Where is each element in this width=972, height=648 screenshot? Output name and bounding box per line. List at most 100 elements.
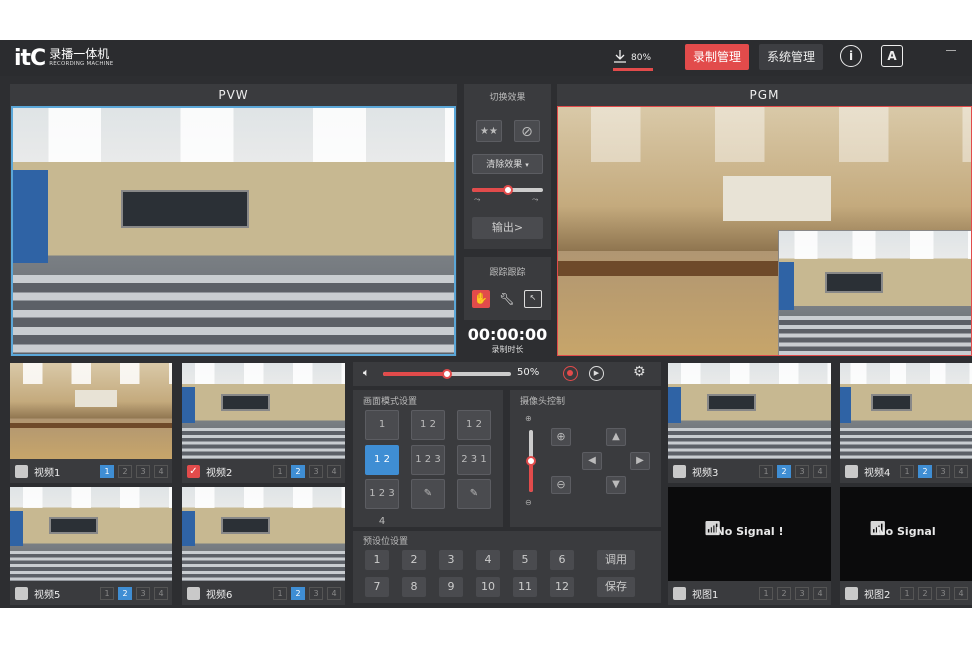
pan-up-icon[interactable]: ▲ [606,428,626,446]
pan-left-icon[interactable]: ◀ [582,452,602,470]
screen-slot-button[interactable]: 3 [136,587,150,600]
layout-mode-button[interactable]: 1 2 [457,410,491,440]
preset-number-button[interactable]: 9 [439,577,463,597]
zoom-slider[interactable] [526,430,536,492]
info-icon[interactable]: i [840,45,862,67]
screen-slot-button[interactable]: 1 [759,587,773,600]
volume-slider-handle[interactable] [442,369,452,379]
screen-slot-button[interactable]: 2 [777,465,791,478]
preset-number-button[interactable]: 1 [365,550,389,570]
screen-slot-button[interactable]: 3 [309,587,323,600]
no-effect-button[interactable]: ⊘ [514,120,540,142]
star-effect-button[interactable]: ★★ [476,120,502,142]
screen-slot-button[interactable]: 4 [813,465,827,478]
output-button[interactable]: 输出> [472,217,543,239]
zoom-out-icon[interactable]: ⊖ [551,476,571,494]
screen-slot-button[interactable]: 4 [954,587,968,600]
checkbox[interactable] [673,586,686,600]
preset-number-button[interactable]: 6 [550,550,574,570]
layout-mode-button[interactable]: 1 2 3 [411,445,445,475]
record-management-button[interactable]: 录制管理 [685,44,750,70]
zoom-slider-handle[interactable] [526,456,536,466]
screen-track-icon[interactable]: ↖ [524,290,542,308]
screen-slot-button[interactable]: 3 [795,465,809,478]
screen-slot-button[interactable]: 1 [100,465,114,478]
system-management-button[interactable]: 系统管理 [759,44,824,70]
preset-number-button[interactable]: 11 [513,577,537,597]
zoom-in-icon[interactable]: ⊕ [551,428,571,446]
clear-effect-select[interactable]: 清除效果 ▾ [472,154,543,174]
screen-slot-button[interactable]: 2 [118,465,132,478]
minimize-icon[interactable] [946,50,956,51]
speaker-icon[interactable]: 🔈︎ [363,366,370,380]
checkbox[interactable] [187,586,200,600]
screen-slot-button[interactable]: 1 [273,465,287,478]
effect-slider[interactable] [472,185,543,195]
layout-mode-button[interactable]: 1 2 [365,445,399,475]
screen-slot-button[interactable]: 1 [273,587,287,600]
layout-edit-icon[interactable]: ✎ [411,479,445,509]
effect-slider-handle[interactable] [502,185,513,195]
settings-gear-icon[interactable]: ⚙ [633,364,646,380]
pan-down-icon[interactable]: ▼ [606,476,626,494]
play-icon[interactable]: ▶ [589,366,604,381]
font-a-icon[interactable]: A [881,45,903,67]
screen-slot-button[interactable]: 4 [327,587,341,600]
video-thumbnail[interactable]: 📶︎ No Signal 视图2 1 2 3 4 [840,487,972,605]
video-thumbnail[interactable]: 视频4 1 2 3 4 [840,363,972,483]
layout-edit-icon[interactable]: ✎ [457,479,491,509]
screen-slot-button[interactable]: 2 [918,587,932,600]
wrench-icon[interactable]: 🔧︎ [498,290,516,308]
volume-slider[interactable] [383,369,511,379]
screen-slot-button[interactable]: 1 [900,465,914,478]
screen-slot-button[interactable]: 4 [327,465,341,478]
screen-slot-button[interactable]: 2 [291,465,305,478]
video-thumbnail[interactable]: ✓ 视频2 1 2 3 4 [182,363,345,483]
video-thumbnail[interactable]: 视频5 1 2 3 4 [10,487,172,605]
checkbox[interactable] [15,464,28,478]
screen-slot-button[interactable]: 4 [813,587,827,600]
screen-slot-button[interactable]: 2 [777,587,791,600]
screen-slot-button[interactable]: 3 [136,465,150,478]
screen-slot-button[interactable]: 4 [954,465,968,478]
screen-slot-button[interactable]: 4 [154,465,168,478]
preset-number-button[interactable]: 4 [476,550,500,570]
preset-number-button[interactable]: 2 [402,550,426,570]
pvw-preview[interactable] [11,106,456,356]
screen-slot-button[interactable]: 1 [900,587,914,600]
screen-slot-button[interactable]: 2 [118,587,132,600]
layout-mode-button[interactable]: 2 3 1 [457,445,491,475]
screen-slot-button[interactable]: 2 [291,587,305,600]
video-thumbnail[interactable]: 视频3 1 2 3 4 [668,363,831,483]
download-indicator[interactable]: 80% [613,49,653,71]
checkbox-checked[interactable]: ✓ [187,464,200,478]
layout-mode-button[interactable]: 1 [365,410,399,440]
pan-right-icon[interactable]: ▶ [630,452,650,470]
hand-track-icon[interactable]: ✋ [472,290,490,308]
preset-number-button[interactable]: 5 [513,550,537,570]
video-thumbnail[interactable]: 视频1 1 2 3 4 [10,363,172,483]
screen-slot-button[interactable]: 3 [936,465,950,478]
checkbox[interactable] [15,586,28,600]
preset-number-button[interactable]: 3 [439,550,463,570]
screen-slot-button[interactable]: 3 [936,587,950,600]
checkbox[interactable] [845,586,858,600]
checkbox[interactable] [673,464,686,478]
screen-slot-button[interactable]: 2 [918,465,932,478]
screen-slot-button[interactable]: 1 [100,587,114,600]
screen-slot-button[interactable]: 3 [309,465,323,478]
video-thumbnail[interactable]: 📶︎ No Signal ! 视图1 1 2 3 4 [668,487,831,605]
video-thumbnail[interactable]: 视频6 1 2 3 4 [182,487,345,605]
screen-slot-button[interactable]: 1 [759,465,773,478]
screen-slot-button[interactable]: 4 [154,587,168,600]
record-icon[interactable] [563,366,578,381]
preset-save-button[interactable]: 保存 [597,577,635,597]
preset-number-button[interactable]: 12 [550,577,574,597]
preset-number-button[interactable]: 8 [402,577,426,597]
pgm-output[interactable] [557,106,972,356]
preset-number-button[interactable]: 10 [476,577,500,597]
preset-call-button[interactable]: 调用 [597,550,635,570]
layout-mode-button[interactable]: 1 2 [411,410,445,440]
checkbox[interactable] [845,464,858,478]
layout-mode-button[interactable]: 1 2 3 4 [365,479,399,527]
